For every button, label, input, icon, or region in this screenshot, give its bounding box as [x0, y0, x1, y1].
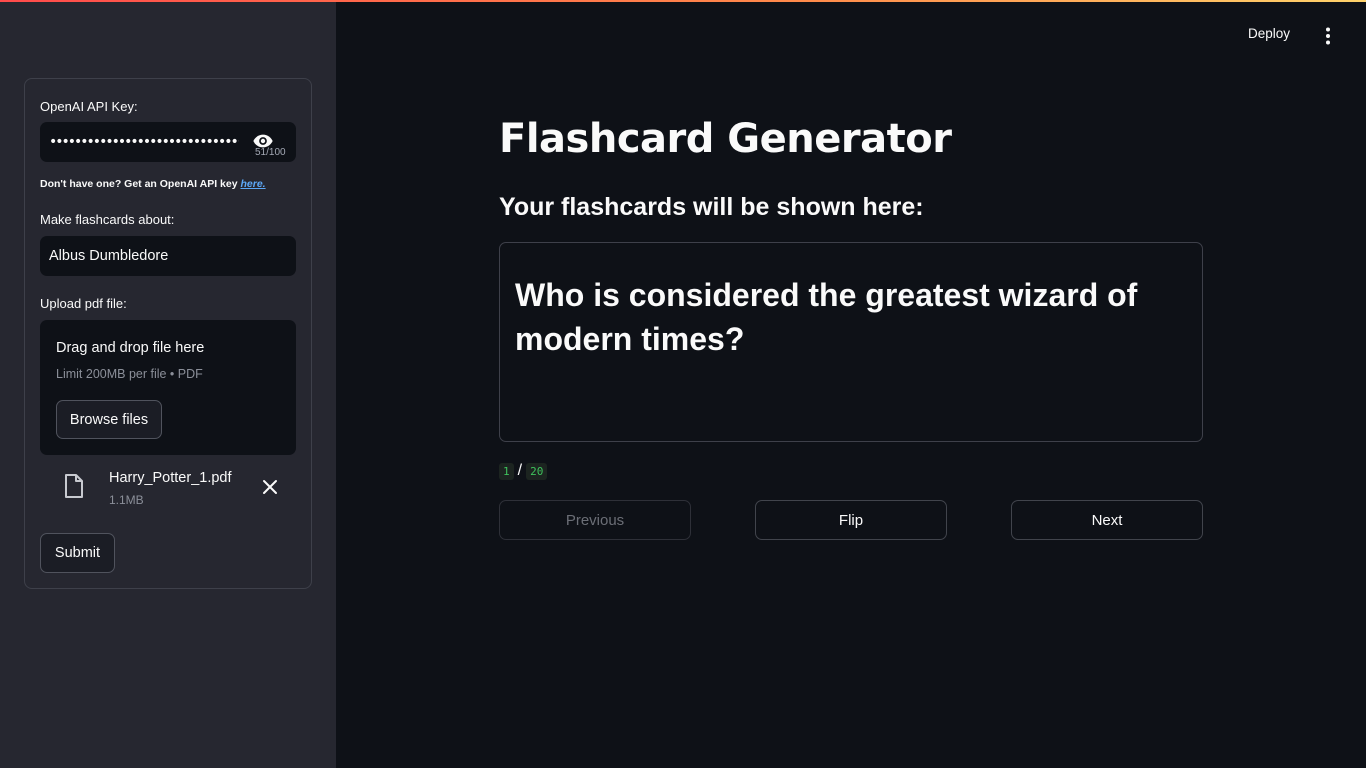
dropzone-title: Drag and drop file here	[56, 340, 205, 356]
api-key-help-text: Don't have one? Get an OpenAI API key he…	[40, 178, 266, 190]
settings-form: OpenAI API Key: ••••••••••••••••••••••••…	[24, 78, 312, 589]
more-vertical-icon[interactable]	[1318, 26, 1338, 46]
file-dropzone[interactable]: Drag and drop file here Limit 200MB per …	[40, 320, 296, 455]
page-title: Flashcard Generator	[499, 116, 952, 162]
api-key-value: ••••••••••••••••••••••••••••••••••••••••…	[49, 134, 239, 150]
api-key-input[interactable]: ••••••••••••••••••••••••••••••••••••••••…	[40, 122, 296, 162]
browse-files-button[interactable]: Browse files	[56, 400, 162, 439]
topic-input[interactable]	[40, 236, 296, 276]
upload-label: Upload pdf file:	[40, 296, 127, 311]
top-decoration-bar	[0, 0, 1366, 2]
sidebar: OpenAI API Key: ••••••••••••••••••••••••…	[0, 0, 336, 768]
api-key-label: OpenAI API Key:	[40, 99, 138, 114]
deploy-button[interactable]: Deploy	[1248, 26, 1290, 41]
total-card-number: 20	[526, 462, 548, 480]
flashcards-heading: Your flashcards will be shown here:	[499, 193, 924, 221]
remove-file-icon[interactable]	[262, 479, 278, 495]
counter-separator: /	[517, 462, 523, 479]
submit-button[interactable]: Submit	[40, 533, 115, 573]
api-key-help-link[interactable]: here.	[240, 178, 265, 190]
uploaded-file: Harry_Potter_1.pdf 1.1MB	[40, 464, 296, 512]
dropzone-limit: Limit 200MB per file • PDF	[56, 367, 203, 381]
api-key-char-count: 51/100	[255, 147, 286, 158]
next-button[interactable]: Next	[1011, 500, 1203, 540]
current-card-number: 1	[499, 462, 514, 480]
flashcard-question: Who is considered the greatest wizard of…	[515, 277, 1138, 357]
previous-button[interactable]: Previous	[499, 500, 691, 540]
file-size: 1.1MB	[109, 493, 144, 507]
file-name: Harry_Potter_1.pdf	[109, 470, 232, 486]
topic-label: Make flashcards about:	[40, 212, 175, 227]
card-counter: 1/20	[499, 462, 548, 482]
api-key-help-prefix: Don't have one? Get an OpenAI API key	[40, 178, 241, 190]
flashcard: Who is considered the greatest wizard of…	[499, 242, 1203, 442]
file-icon	[65, 474, 83, 498]
flip-button[interactable]: Flip	[755, 500, 947, 540]
